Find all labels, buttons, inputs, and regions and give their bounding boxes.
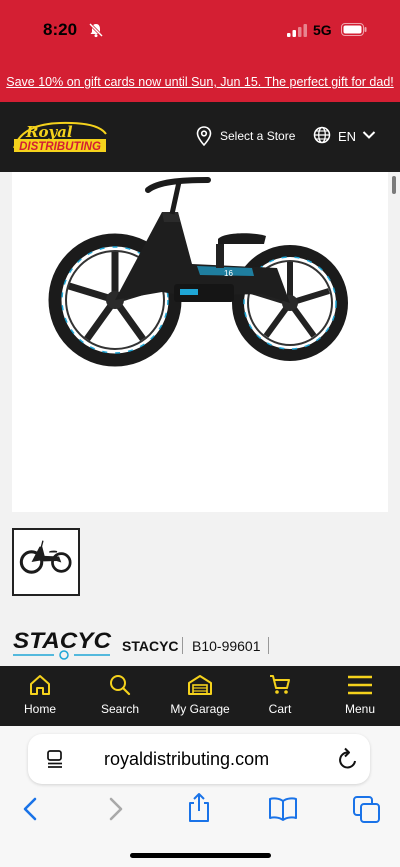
- nav-menu-label: Menu: [344, 702, 376, 716]
- stacyc-brand-logo[interactable]: STACYC: [12, 628, 112, 662]
- home-icon: [30, 675, 50, 695]
- tabs-icon[interactable]: [352, 795, 382, 825]
- bookmarks-icon[interactable]: [268, 796, 298, 822]
- balance-bike-thumbnail-icon: [19, 540, 72, 574]
- location-pin-icon[interactable]: [196, 126, 212, 146]
- garage-icon: [188, 675, 212, 695]
- brand-logo-text: STACYC: [13, 628, 112, 653]
- nav-cart-label: Cart: [268, 702, 292, 716]
- signal-icon: [287, 24, 307, 37]
- product-main-image[interactable]: 16: [12, 172, 388, 512]
- globe-icon[interactable]: [313, 126, 331, 144]
- back-icon[interactable]: [20, 795, 40, 823]
- chevron-down-icon[interactable]: [362, 130, 376, 140]
- share-icon[interactable]: [186, 792, 212, 824]
- logo-text-top: Royal: [25, 123, 73, 141]
- balance-bike-image: 16: [48, 177, 348, 367]
- product-brand[interactable]: STACYC: [122, 638, 179, 654]
- network-type: 5G: [313, 22, 332, 38]
- royal-distributing-logo[interactable]: Royal DISTRIBUTING: [12, 118, 108, 158]
- nav-my-garage[interactable]: My Garage: [160, 674, 240, 716]
- reload-icon[interactable]: [337, 747, 359, 771]
- cart-icon: [270, 675, 290, 694]
- battery-icon: [341, 23, 367, 36]
- nav-my-garage-label: My Garage: [170, 702, 230, 716]
- nav-home-label: Home: [23, 702, 56, 716]
- nav-search[interactable]: Search: [80, 674, 160, 716]
- language-selector[interactable]: EN: [338, 129, 356, 144]
- logo-text-bottom: DISTRIBUTING: [19, 141, 101, 153]
- promo-banner-link[interactable]: Save 10% on gift cards now until Sun, Ju…: [0, 62, 400, 102]
- status-time: 8:20: [43, 20, 78, 39]
- page-settings-icon[interactable]: [45, 749, 65, 769]
- nav-home[interactable]: Home: [0, 674, 80, 716]
- divider: [268, 637, 269, 654]
- nav-menu[interactable]: Menu: [320, 674, 400, 716]
- nav-cart[interactable]: Cart: [240, 674, 320, 716]
- divider: [182, 637, 183, 654]
- select-store-link[interactable]: Select a Store: [220, 129, 295, 143]
- bell-off-icon: [88, 22, 104, 38]
- forward-icon[interactable]: [106, 795, 126, 823]
- scrollbar[interactable]: [392, 176, 396, 194]
- url-text[interactable]: royaldistributing.com: [104, 749, 269, 770]
- home-indicator: [130, 853, 271, 858]
- menu-icon: [348, 675, 372, 695]
- product-sku: B10-99601: [192, 638, 261, 654]
- product-thumbnail[interactable]: [12, 528, 80, 596]
- bike-number-label: 16: [224, 269, 233, 278]
- search-icon: [110, 675, 131, 696]
- nav-search-label: Search: [100, 702, 140, 716]
